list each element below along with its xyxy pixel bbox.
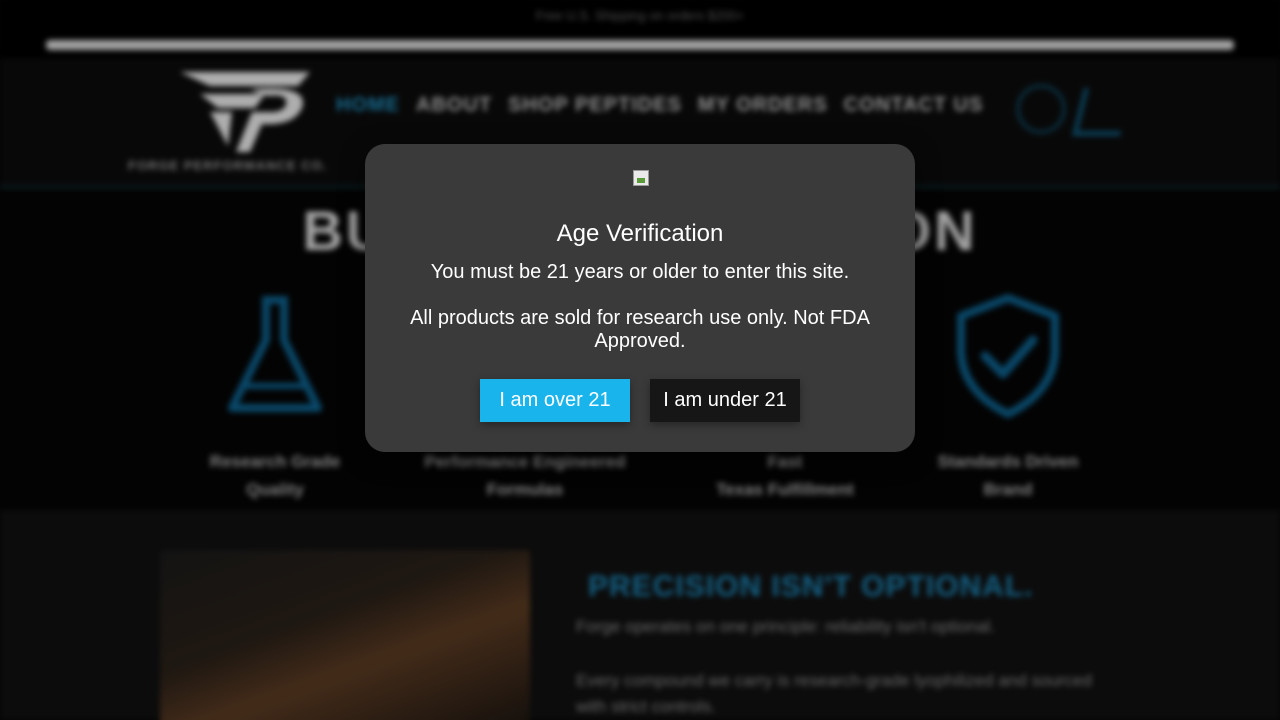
under-21-button[interactable]: I am under 21 <box>650 379 800 422</box>
modal-disclaimer: All products are sold for research use o… <box>410 307 870 352</box>
broken-image-icon <box>633 170 649 186</box>
modal-age-requirement: You must be 21 years or older to enter t… <box>430 261 850 283</box>
age-verification-modal: Age Verification You must be 21 years or… <box>365 144 915 452</box>
modal-title: Age Verification <box>556 220 724 247</box>
over-21-button[interactable]: I am over 21 <box>480 379 630 422</box>
